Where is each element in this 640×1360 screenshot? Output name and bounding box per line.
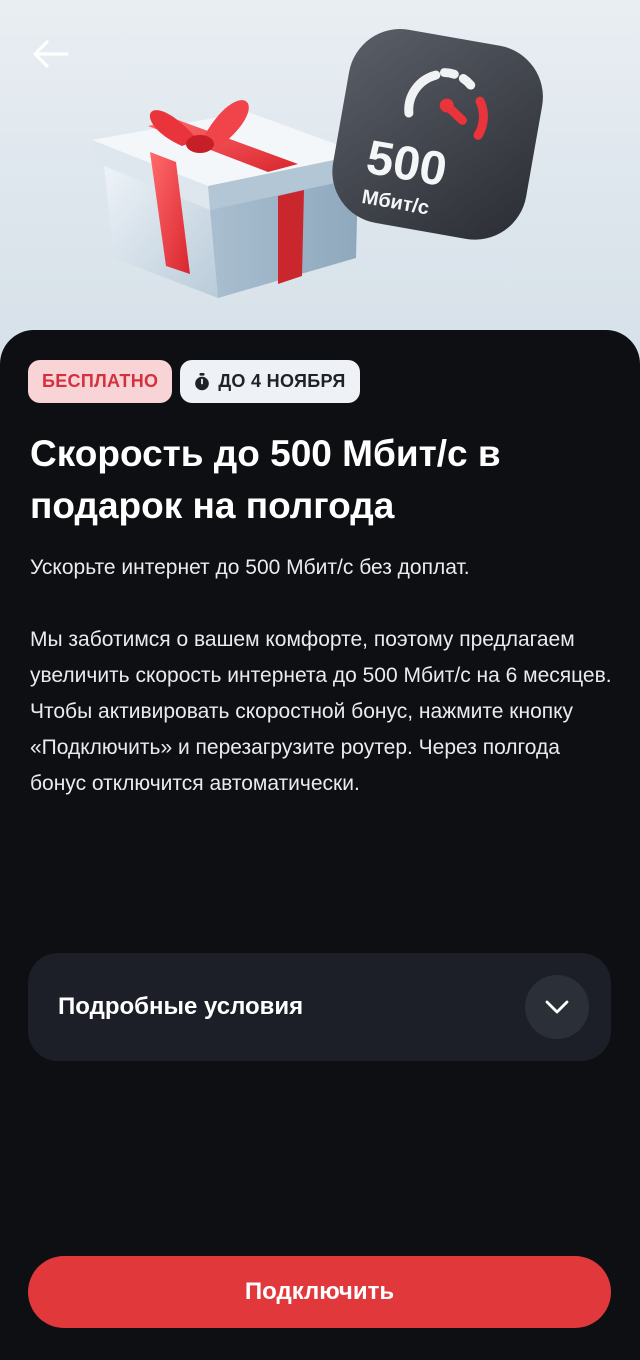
free-badge: БЕСПЛАТНО <box>28 360 173 403</box>
speed-badge-tile <box>332 29 543 240</box>
hero-banner: 500 Мбит/с <box>0 0 640 380</box>
promo-tags: БЕСПЛАТНО ДО 4 НОЯБРЯ <box>28 360 360 403</box>
offer-body-text: Мы заботимся о вашем комфорте, поэтому п… <box>30 628 612 795</box>
arrow-left-icon <box>33 40 69 68</box>
stopwatch-icon <box>195 372 210 390</box>
terms-expand-button[interactable] <box>525 975 589 1039</box>
terms-label: Подробные условия <box>58 993 304 1020</box>
offer-lead-text: Ускорьте интернет до 500 Мбит/с без допл… <box>30 556 470 579</box>
offer-title: Скорость до 500 Мбит/с в подарок на полг… <box>30 433 501 526</box>
chevron-down-icon <box>545 1000 569 1014</box>
deadline-badge: ДО 4 НОЯБРЯ <box>180 360 360 403</box>
deadline-badge-label: ДО 4 НОЯБРЯ <box>218 371 346 391</box>
offer-description: Ускорьте интернет до 500 Мбит/с без допл… <box>30 550 620 802</box>
connect-button[interactable]: Подключить <box>28 1256 611 1328</box>
free-badge-label: БЕСПЛАТНО <box>42 371 159 391</box>
terms-accordion[interactable]: Подробные условия <box>28 953 611 1061</box>
back-button[interactable] <box>24 30 76 78</box>
